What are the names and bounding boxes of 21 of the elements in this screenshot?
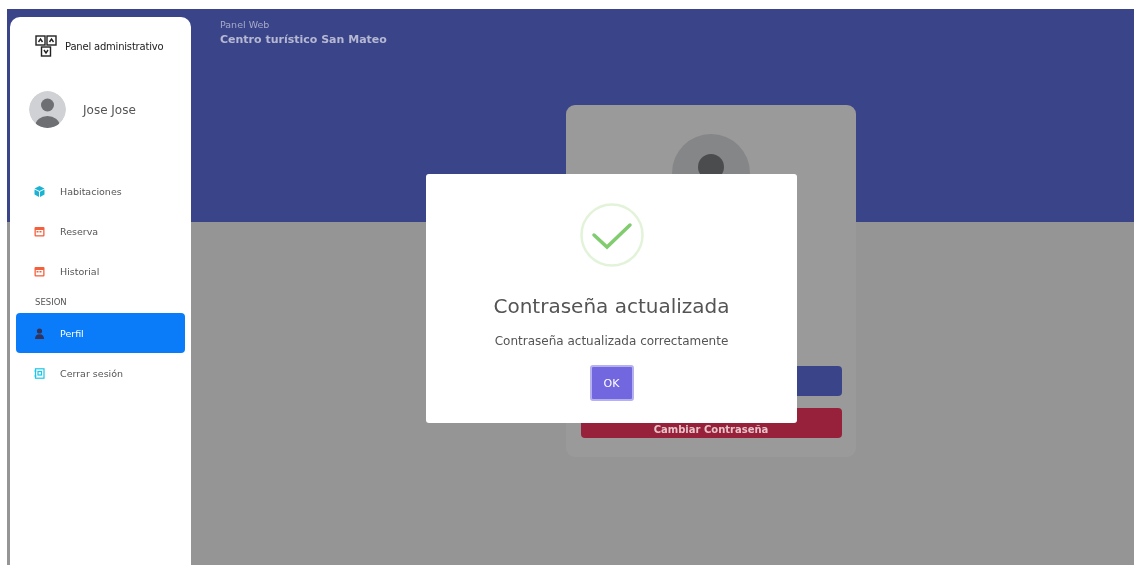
dialog-message: Contraseña actualizada correctamente (494, 334, 729, 348)
header-subtitle: Panel Web (220, 19, 271, 30)
check-icon (579, 203, 644, 267)
nav-item[interactable]: Reserva (16, 211, 185, 251)
person-icon (34, 327, 45, 339)
user-name: Jose Jose (83, 102, 136, 117)
avatar-icon (29, 91, 66, 128)
panel-title: Panel administrativo (65, 40, 164, 52)
dialog-title: Contraseña actualizada (493, 294, 730, 318)
nav-item[interactable]: Historial (16, 251, 185, 291)
nav-item[interactable]: Perfil (16, 313, 185, 353)
nav-item[interactable]: Habitaciones (16, 171, 185, 211)
ok-button[interactable]: OK (589, 365, 634, 401)
cube-icon (34, 185, 45, 197)
logout-icon (34, 367, 45, 379)
section-heading: SESION (34, 296, 68, 309)
calendar-icon (34, 265, 45, 277)
nav-item[interactable]: Cerrar sesión (16, 353, 185, 393)
logo-icon (35, 35, 57, 57)
calendar-icon (34, 225, 45, 237)
header-title: Centro turístico San Mateo (220, 33, 388, 46)
